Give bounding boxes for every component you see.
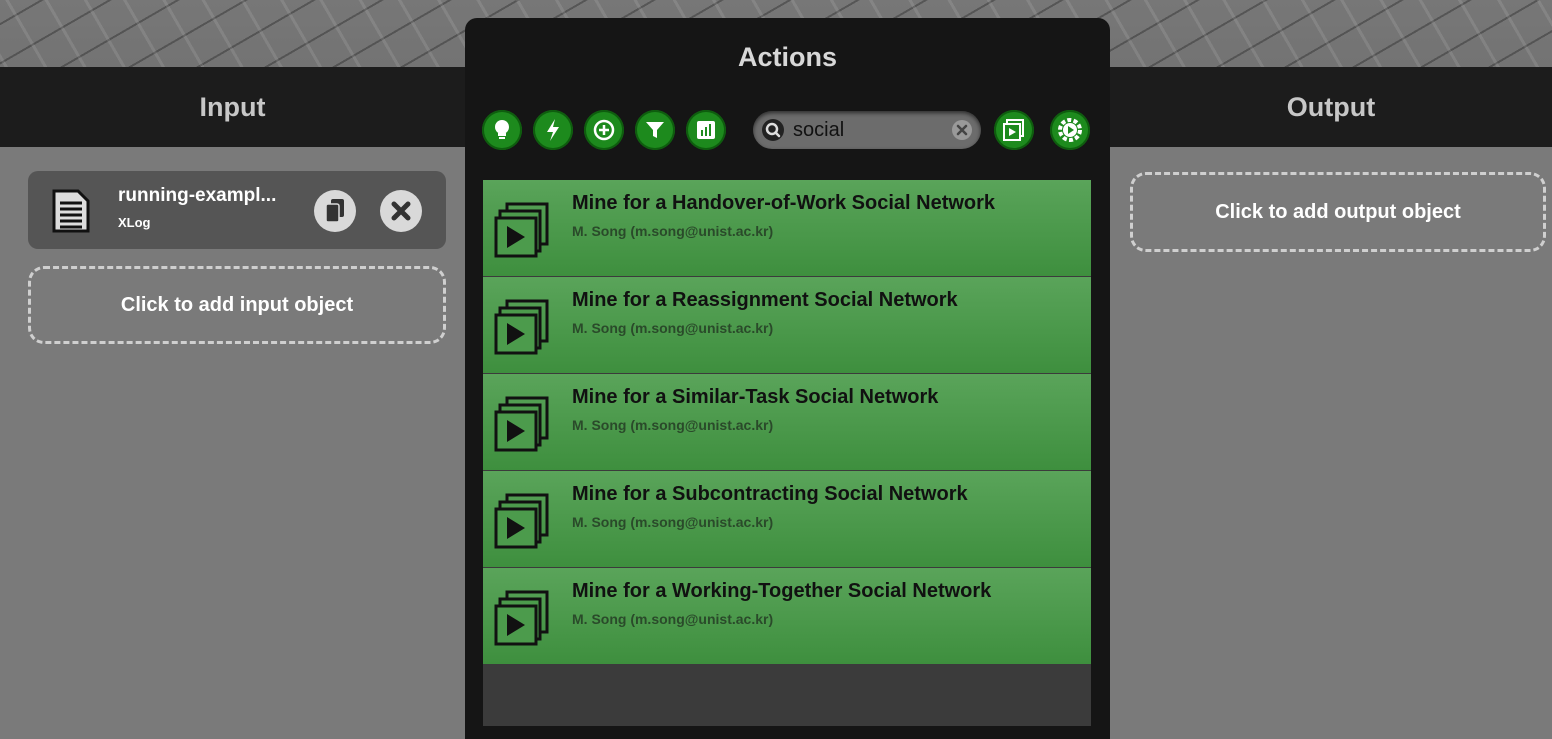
funnel-icon: [646, 122, 664, 138]
action-author: M. Song (m.song@unist.ac.kr): [572, 320, 774, 336]
action-author: M. Song (m.song@unist.ac.kr): [572, 223, 774, 239]
search-box: [753, 111, 981, 149]
input-panel-title: Input: [0, 67, 465, 147]
actions-panel-title: Actions: [737, 42, 837, 72]
lightbulb-filter-button[interactable]: [482, 110, 522, 150]
action-title: Mine for a Handover-of-Work Social Netwo…: [572, 192, 996, 214]
action-list-item[interactable]: Mine for a Reassignment Social Network M…: [483, 277, 1091, 373]
input-object-name: running-exampl...: [118, 185, 277, 206]
action-title: Mine for a Working-Together Social Netwo…: [572, 580, 992, 602]
remove-button[interactable]: [380, 190, 422, 232]
output-panel-title: Output: [1110, 67, 1552, 147]
close-icon: [391, 201, 411, 221]
lightning-icon: [547, 119, 559, 141]
actions-list: Mine for a Handover-of-Work Social Netwo…: [483, 180, 1091, 726]
lightning-filter-button[interactable]: [533, 110, 573, 150]
lightbulb-icon: [495, 120, 509, 139]
action-list-item[interactable]: Mine for a Working-Together Social Netwo…: [483, 568, 1091, 664]
add-input-object-button[interactable]: Click to add input object: [28, 266, 446, 344]
plugin-icon: [494, 493, 549, 549]
plus-circle-icon: [593, 119, 615, 141]
action-author: M. Song (m.song@unist.ac.kr): [572, 514, 774, 530]
chart-filter-button[interactable]: [686, 110, 726, 150]
search-icon: [762, 119, 784, 141]
action-author: M. Song (m.song@unist.ac.kr): [572, 417, 774, 433]
plugin-icon: [494, 396, 549, 452]
action-list-item[interactable]: Mine for a Handover-of-Work Social Netwo…: [483, 180, 1091, 276]
plugin-icon: [494, 299, 549, 355]
document-icon: [52, 189, 90, 233]
copy-button[interactable]: [314, 190, 356, 232]
action-title: Mine for a Similar-Task Social Network: [572, 386, 939, 408]
add-output-object-button[interactable]: Click to add output object: [1130, 172, 1546, 252]
action-list-item[interactable]: Mine for a Similar-Task Social Network M…: [483, 374, 1091, 470]
action-author: M. Song (m.song@unist.ac.kr): [572, 611, 774, 627]
search-input[interactable]: [793, 117, 943, 143]
bar-chart-icon: [697, 121, 715, 139]
output-panel: Output Click to add output object: [1110, 67, 1552, 739]
input-object-type: XLog: [118, 215, 151, 230]
plugin-actions-button[interactable]: [994, 110, 1034, 150]
action-title: Mine for a Reassignment Social Network: [572, 289, 958, 311]
input-panel: Input running-exampl... XLog Click to ad…: [0, 67, 465, 739]
clear-search-icon[interactable]: [951, 119, 973, 141]
run-action-button[interactable]: [1050, 110, 1090, 150]
gear-play-icon: [1058, 118, 1082, 142]
action-list-item[interactable]: Mine for a Subcontracting Social Network…: [483, 471, 1091, 567]
funnel-filter-button[interactable]: [635, 110, 675, 150]
plugin-icon: [1003, 119, 1024, 141]
copy-icon: [325, 199, 344, 223]
action-title: Mine for a Subcontracting Social Network: [572, 483, 968, 505]
plus-filter-button[interactable]: [584, 110, 624, 150]
input-object-item[interactable]: running-exampl... XLog: [28, 171, 446, 249]
plugin-icon: [494, 202, 549, 258]
plugin-icon: [494, 590, 549, 646]
actions-panel: Actions social Mine for a Handover-of-Wo…: [465, 18, 1110, 739]
